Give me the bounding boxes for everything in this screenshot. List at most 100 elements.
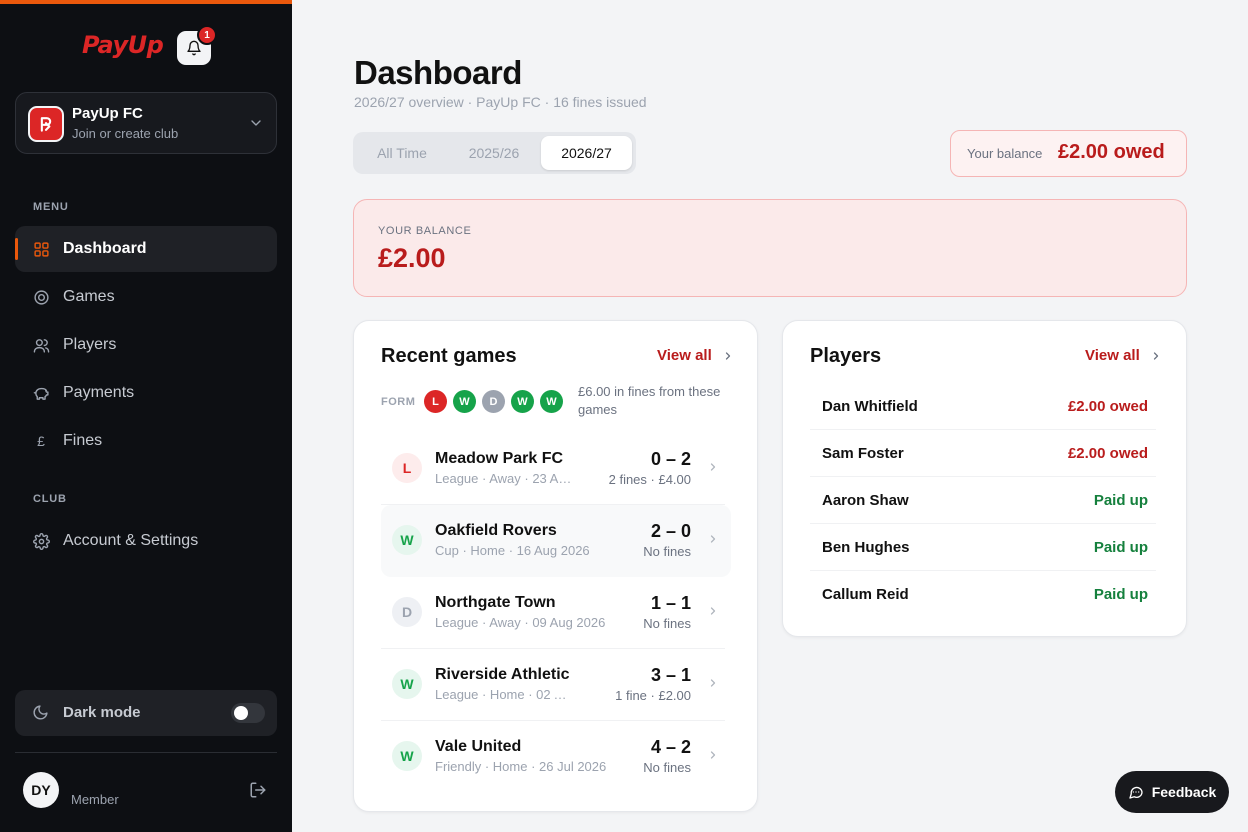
game-fines: 1 fine · £2.00 <box>615 688 691 703</box>
player-row[interactable]: Callum Reid Paid up <box>810 571 1156 618</box>
form-label: FORM <box>381 396 416 408</box>
recent-games-card: Recent games View all FORM L W D W W £6.… <box>353 320 758 812</box>
player-row[interactable]: Ben Hughes Paid up <box>810 524 1156 571</box>
player-name: Dan Whitfield <box>822 398 918 415</box>
chevron-right-icon <box>725 351 730 360</box>
club-section-label: CLUB <box>33 493 67 505</box>
page-subtitle: 2026/27 overview · PayUp FC · 16 fines i… <box>354 94 647 110</box>
tab-2026-27[interactable]: 2026/27 <box>541 136 632 170</box>
chevron-down-icon <box>251 120 261 126</box>
player-row[interactable]: Sam Foster £2.00 owed <box>810 430 1156 477</box>
page-title: Dashboard <box>354 54 522 91</box>
sidebar-item-label: Players <box>63 336 117 353</box>
player-status: £2.00 owed <box>1067 445 1148 462</box>
player-status: Paid up <box>1093 492 1148 509</box>
balance-pill-value: £2.00 owed <box>1058 141 1165 163</box>
game-fines: 2 fines · £4.00 <box>608 472 691 487</box>
sidebar-accent-bar <box>0 0 292 4</box>
game-row[interactable]: W Oakfield Rovers Cup · Home · 16 Aug 20… <box>381 505 731 577</box>
game-meta: Cup · Home · 16 Aug 2026 <box>435 543 590 558</box>
game-opponent: Vale United <box>435 738 522 755</box>
result-badge: W <box>392 741 422 771</box>
game-opponent: Riverside Athletic <box>435 666 570 683</box>
feedback-button[interactable]: Feedback <box>1115 771 1229 813</box>
pound-icon: £ <box>37 433 45 449</box>
game-opponent: Oakfield Rovers <box>435 522 557 539</box>
user-avatar[interactable]: DY <box>23 772 59 808</box>
dark-mode-label: Dark mode <box>63 704 141 721</box>
view-all-label: View all <box>657 347 712 364</box>
chevron-right-icon <box>710 751 716 759</box>
game-row[interactable]: W Riverside Athletic League · Home · 02 … <box>381 649 731 721</box>
game-row[interactable]: L Meadow Park FC League · Away · 23 Au..… <box>381 433 731 505</box>
sidebar-item-label: Games <box>63 288 115 305</box>
brand-logo[interactable]: PayUp <box>82 31 164 59</box>
chevron-right-icon <box>710 463 716 471</box>
player-name: Aaron Shaw <box>822 492 909 509</box>
form-result: W <box>540 390 563 413</box>
player-name: Callum Reid <box>822 586 909 603</box>
game-row[interactable]: W Vale United Friendly · Home · 26 Jul 2… <box>381 721 731 793</box>
player-name: Sam Foster <box>822 445 904 462</box>
season-selector: All Time 2025/26 2026/27 <box>353 132 636 174</box>
form-fines-note: £6.00 in fines from these games <box>578 384 721 417</box>
user-role: Member <box>71 792 119 807</box>
player-row[interactable]: Dan Whitfield £2.00 owed <box>810 383 1156 430</box>
result-badge: W <box>392 669 422 699</box>
dark-mode-row[interactable]: Dark mode <box>15 690 277 736</box>
feedback-label: Feedback <box>1151 784 1217 800</box>
club-name: PayUp FC <box>72 105 143 122</box>
sidebar-item-account-settings[interactable]: Account & Settings <box>15 518 277 564</box>
player-name: Ben Hughes <box>822 539 910 556</box>
target-icon <box>32 288 50 306</box>
form-result: L <box>424 390 447 413</box>
game-opponent: Northgate Town <box>435 594 556 611</box>
club-badge-icon <box>40 117 52 132</box>
sidebar-item-dashboard[interactable]: Dashboard <box>15 226 277 272</box>
player-status: Paid up <box>1093 586 1148 603</box>
balance-pill: Your balance £2.00 owed <box>950 130 1187 177</box>
sidebar-item-payments[interactable]: Payments <box>15 370 277 416</box>
game-score: 1 – 1 <box>650 593 691 613</box>
sidebar-item-players[interactable]: Players <box>15 322 277 368</box>
game-row[interactable]: D Northgate Town League · Away · 09 Aug … <box>381 577 731 649</box>
sidebar-item-games[interactable]: Games <box>15 274 277 320</box>
form-result: W <box>511 390 534 413</box>
chevron-right-icon <box>710 679 716 687</box>
sidebar-item-label: Payments <box>63 384 135 401</box>
game-fines: No fines <box>643 544 691 559</box>
game-meta: League · Away · 23 Au... <box>435 471 575 486</box>
tab-2025-26[interactable]: 2025/26 <box>449 136 539 170</box>
recent-games-title: Recent games <box>381 345 517 367</box>
notification-badge: 1 <box>197 25 217 45</box>
players-view-all[interactable]: View all <box>1085 347 1162 364</box>
club-switcher[interactable]: PayUp FC Join or create club <box>15 92 277 154</box>
menu-section-label: MENU <box>33 201 69 213</box>
sidebar-item-fines[interactable]: £ Fines <box>15 418 277 464</box>
player-status: £2.00 owed <box>1067 398 1148 415</box>
chat-bubble-icon <box>1129 786 1143 799</box>
game-fines: No fines <box>643 616 691 631</box>
game-meta: League · Away · 09 Aug 2026 <box>435 615 606 630</box>
balance-pill-label: Your balance <box>967 146 1043 161</box>
recent-games-view-all[interactable]: View all <box>657 347 734 364</box>
chevron-right-icon <box>710 535 716 543</box>
game-opponent: Meadow Park FC <box>435 450 564 467</box>
tab-all-time[interactable]: All Time <box>357 136 447 170</box>
logout-icon[interactable] <box>249 781 267 799</box>
players-title: Players <box>810 345 882 367</box>
result-badge: D <box>392 597 422 627</box>
result-badge: W <box>392 525 422 555</box>
sidebar-item-label: Fines <box>63 432 103 449</box>
sidebar-item-label: Dashboard <box>63 240 147 257</box>
game-score: 3 – 1 <box>650 665 691 685</box>
dark-mode-toggle[interactable] <box>231 703 265 723</box>
users-icon <box>32 336 50 354</box>
view-all-label: View all <box>1085 347 1140 364</box>
player-status: Paid up <box>1093 539 1148 556</box>
player-row[interactable]: Aaron Shaw Paid up <box>810 477 1156 524</box>
form-result: D <box>482 390 505 413</box>
game-meta: League · Home · 02 Au... <box>435 687 575 702</box>
club-subtitle: Join or create club <box>72 126 179 141</box>
balance-card-value: £2.00 <box>378 243 446 273</box>
